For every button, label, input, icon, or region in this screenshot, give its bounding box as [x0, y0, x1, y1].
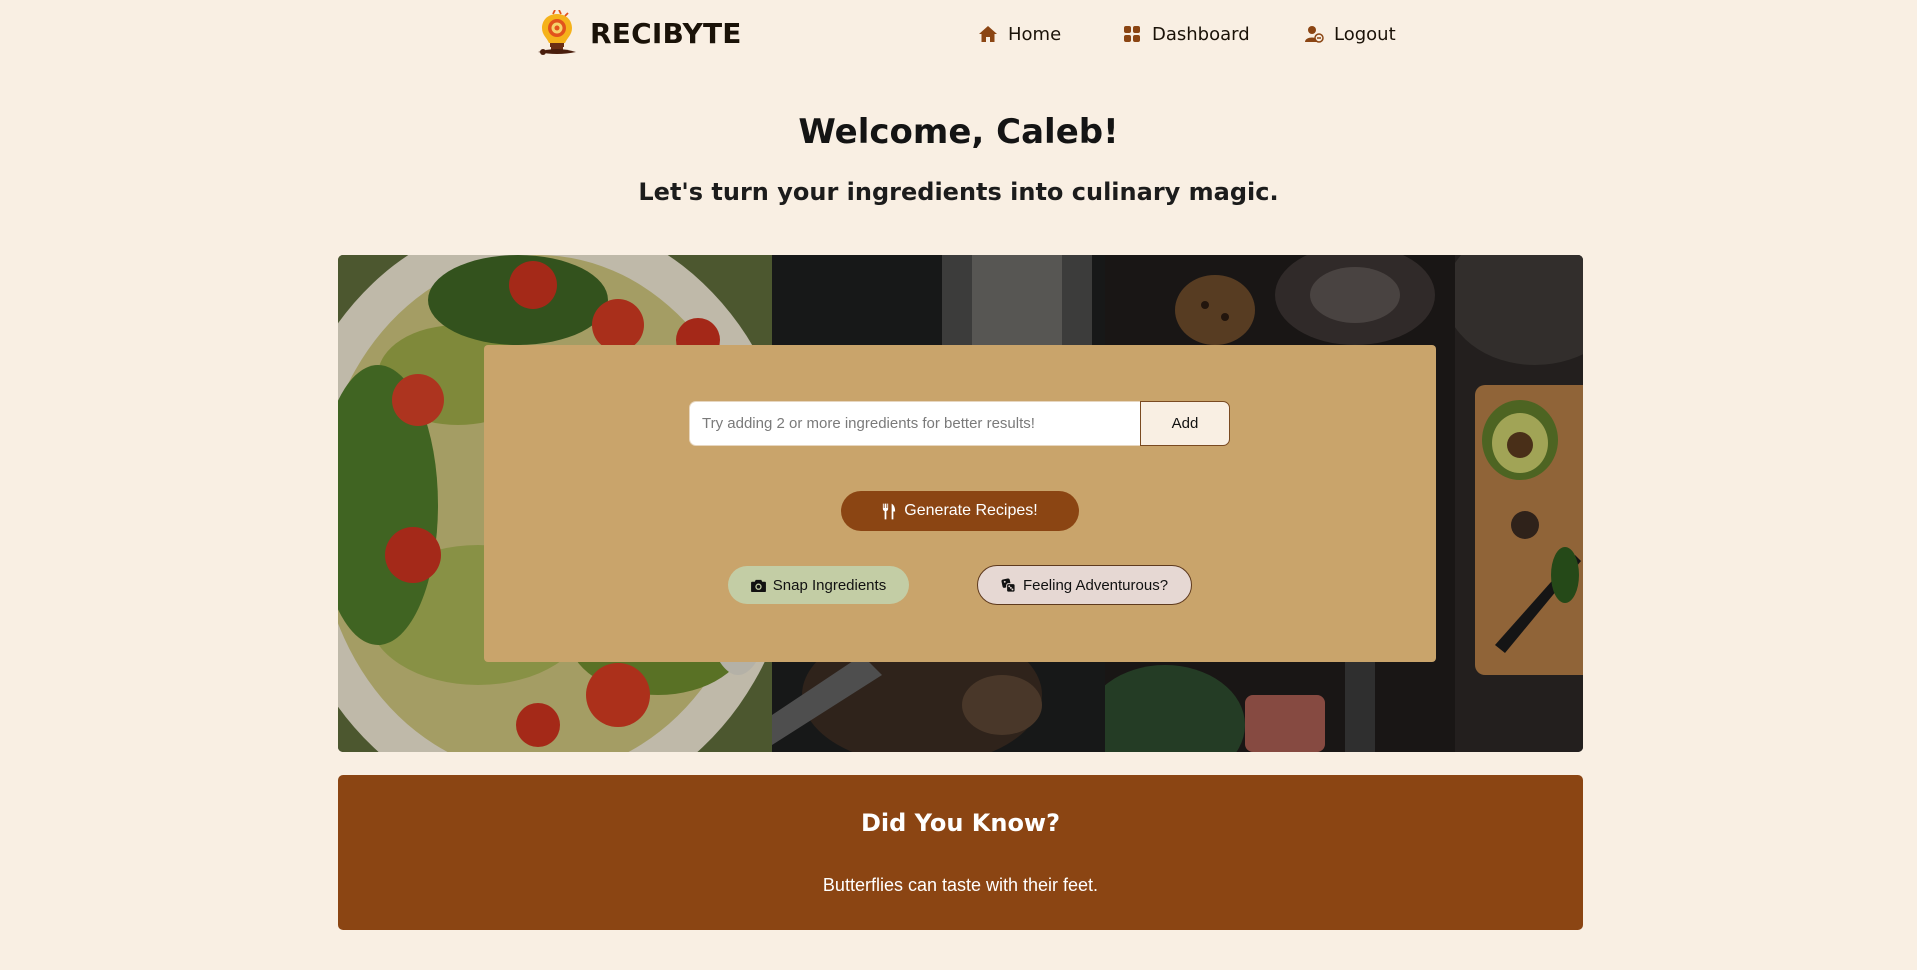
- feeling-adventurous-label: Feeling Adventurous?: [1022, 576, 1169, 594]
- nav-logout-label: Logout: [1334, 23, 1396, 45]
- navbar: RECIBYTE Home Dashboard Logout: [0, 0, 1917, 68]
- fact-text: Butterflies can taste with their feet.: [822, 875, 1099, 895]
- generate-recipes-button[interactable]: Generate Recipes!: [841, 491, 1079, 531]
- snap-ingredients-label: Snap Ingredients: [772, 576, 887, 594]
- user-logout-icon: [1304, 24, 1324, 44]
- camera-icon: [750, 579, 766, 592]
- feeling-adventurous-button[interactable]: Feeling Adventurous?: [977, 565, 1192, 605]
- brand-name: RECIBYTE: [590, 16, 742, 50]
- dashboard-grid-icon: [1122, 24, 1142, 44]
- brand[interactable]: RECIBYTE: [534, 9, 742, 56]
- house-icon: [978, 24, 998, 44]
- nav-dashboard-label: Dashboard: [1152, 23, 1250, 45]
- nav-dashboard[interactable]: Dashboard: [1122, 20, 1250, 48]
- welcome-heading: Welcome, Caleb!: [798, 112, 1119, 152]
- nav-logout[interactable]: Logout: [1304, 20, 1396, 48]
- fork-knife-icon: [882, 503, 896, 520]
- fact-title: Did You Know?: [860, 809, 1061, 837]
- nav-home-label: Home: [1008, 23, 1062, 45]
- snap-ingredients-button[interactable]: Snap Ingredients: [728, 566, 909, 604]
- dice-icon: [1001, 578, 1016, 593]
- ingredient-input[interactable]: [689, 401, 1140, 446]
- generate-recipes-label: Generate Recipes!: [904, 502, 1038, 519]
- nav-home[interactable]: Home: [978, 20, 1061, 48]
- did-you-know-card: Did You Know? Butterflies can taste with…: [338, 775, 1583, 930]
- lightbulb-logo-icon: [534, 9, 580, 56]
- add-ingredient-button[interactable]: Add: [1140, 401, 1230, 446]
- tagline: Let's turn your ingredients into culinar…: [638, 178, 1279, 206]
